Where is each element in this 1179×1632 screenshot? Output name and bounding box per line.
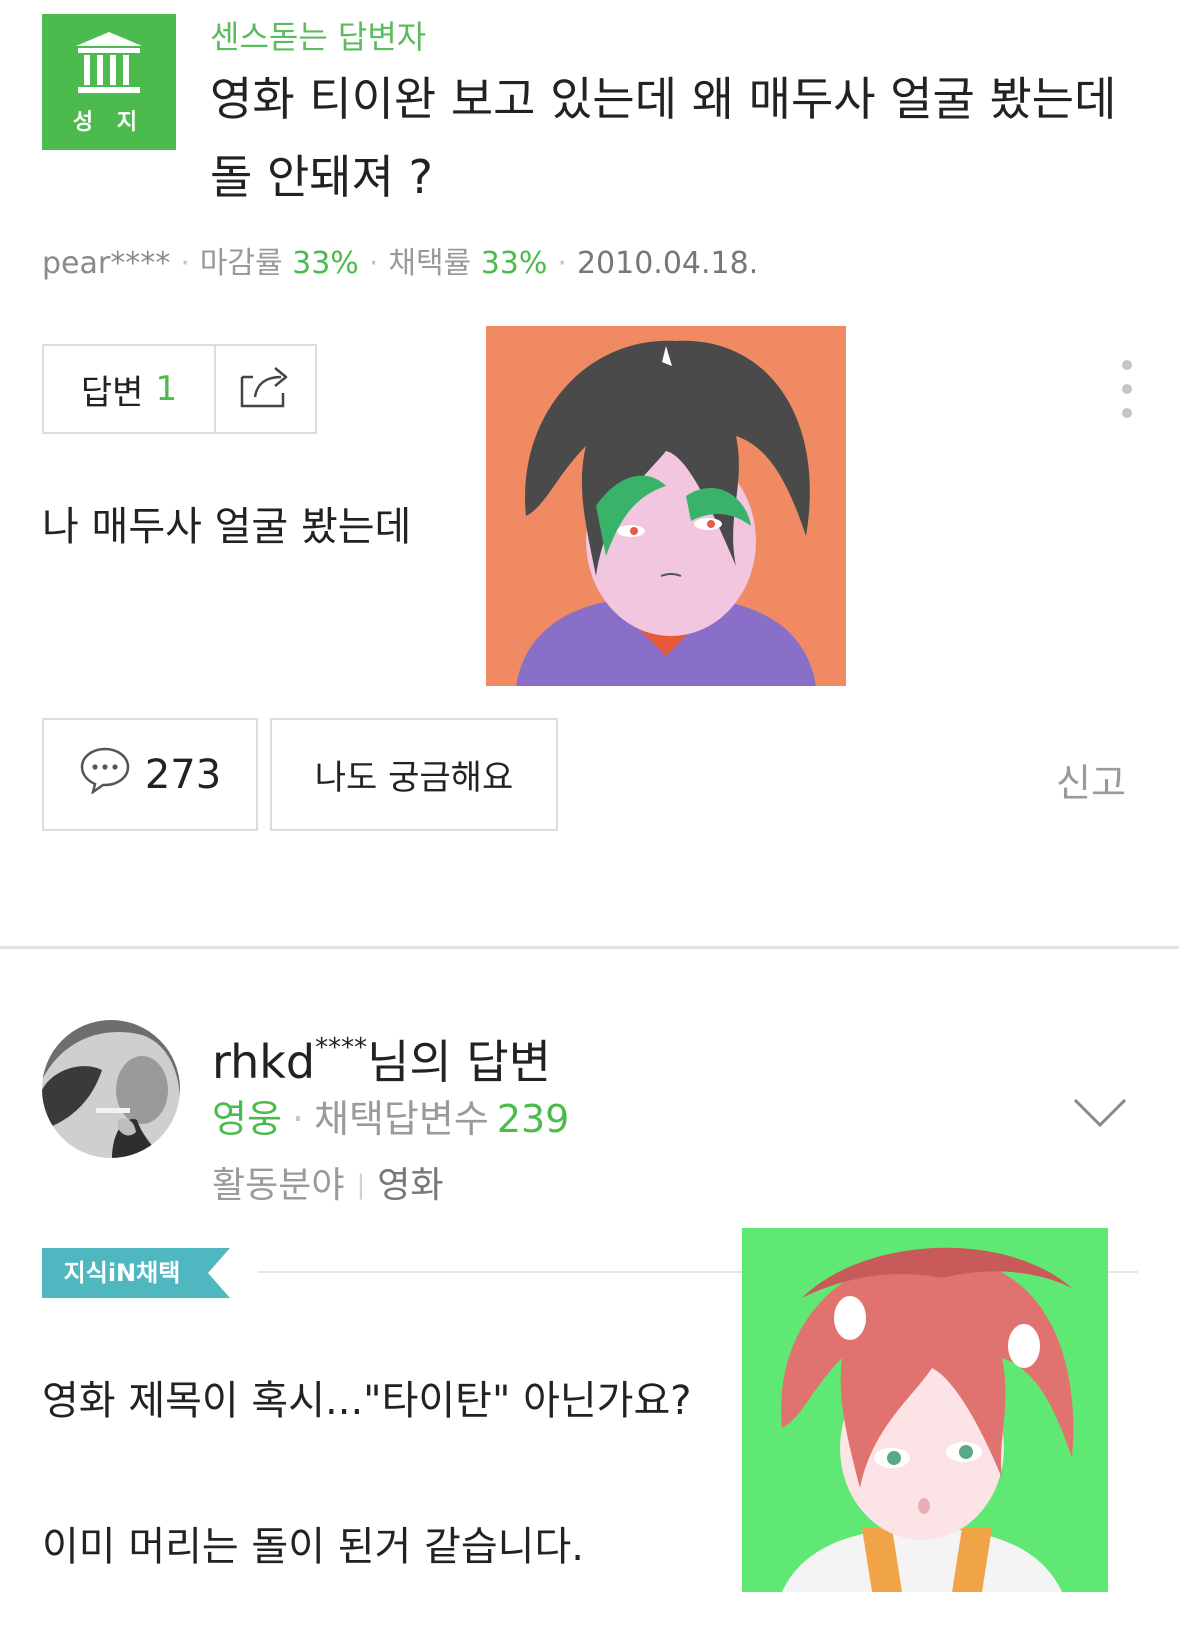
question-body: 나 매두사 얼굴 봤는데 xyxy=(42,504,412,550)
medusa-illustration xyxy=(486,326,846,686)
titan-illustration xyxy=(742,1228,1108,1592)
answerer-rank: 영웅 xyxy=(212,1097,282,1141)
comment-count: 273 xyxy=(144,751,222,798)
adopt-rate-value: 33% xyxy=(480,246,548,281)
question-date: 2010.04.18. xyxy=(576,246,759,281)
separator-dot: · xyxy=(557,246,567,281)
separator-dot: · xyxy=(368,246,379,281)
asker-id[interactable]: pear**** xyxy=(42,246,170,281)
share-button[interactable] xyxy=(216,346,315,432)
answerer-name[interactable]: rhkd****님의 답변 xyxy=(212,1026,551,1092)
answer-count-box: 답변 1 xyxy=(42,344,317,434)
answerer-id: rhkd xyxy=(212,1035,316,1089)
badge-text: 성 지 xyxy=(72,110,146,135)
holy-ground-badge: 성 지 xyxy=(42,14,176,150)
adopted-tag-text: 지식iN채택 xyxy=(63,1259,181,1287)
adopt-rate-label: 채택률 xyxy=(388,246,472,281)
adopted-answers-count: 239 xyxy=(496,1097,570,1141)
me-too-curious-button[interactable]: 나도 궁금해요 xyxy=(270,718,558,831)
separator-dot: · xyxy=(291,1097,305,1141)
chevron-down-icon[interactable] xyxy=(1072,1096,1128,1134)
adopted-answers-label: 채택답변수 xyxy=(314,1097,489,1141)
section-divider xyxy=(0,946,1179,949)
answer-body-line1: 영화 제목이 혹시..."타이탄" 아닌가요? xyxy=(42,1378,692,1424)
bank-building-icon xyxy=(76,32,142,100)
answer-suffix: 님의 답변 xyxy=(367,1035,552,1089)
comment-button[interactable]: 273 xyxy=(42,718,258,831)
answer-body-line2: 이미 머리는 돌이 된거 같습니다. xyxy=(42,1524,584,1570)
activity-field-line: 활동분야 | 영화 xyxy=(212,1156,444,1208)
activity-field-label: 활동분야 xyxy=(212,1165,345,1206)
answer-count-button[interactable]: 답변 1 xyxy=(44,346,216,432)
deadline-rate-value: 33% xyxy=(292,246,359,281)
separator-dot: · xyxy=(180,246,190,281)
question-title: 영화 티이완 보고 있는데 왜 매두사 얼굴 봤는데 돌 안돼져 ? xyxy=(210,72,1117,204)
report-link[interactable]: 신고 xyxy=(1056,752,1126,807)
more-options-icon[interactable] xyxy=(1120,360,1134,432)
question-label[interactable]: 센스돋는 답변자 xyxy=(210,12,426,58)
answerer-rank-line: 영웅 · 채택답변수 239 xyxy=(212,1088,569,1143)
share-icon xyxy=(239,365,293,413)
deadline-rate-label: 마감률 xyxy=(199,246,283,281)
speech-bubble-icon xyxy=(79,746,131,804)
question-meta: pear**** · 마감률 33% · 채택률 33% · 2010.04.18. xyxy=(42,238,758,282)
answerer-id-mask: **** xyxy=(315,1033,368,1063)
separator-bar: | xyxy=(356,1170,366,1200)
answer-count: 1 xyxy=(155,369,178,409)
answer-label: 답변 xyxy=(80,372,144,413)
answerer-avatar[interactable] xyxy=(42,1020,180,1158)
activity-field-value: 영화 xyxy=(377,1165,444,1206)
